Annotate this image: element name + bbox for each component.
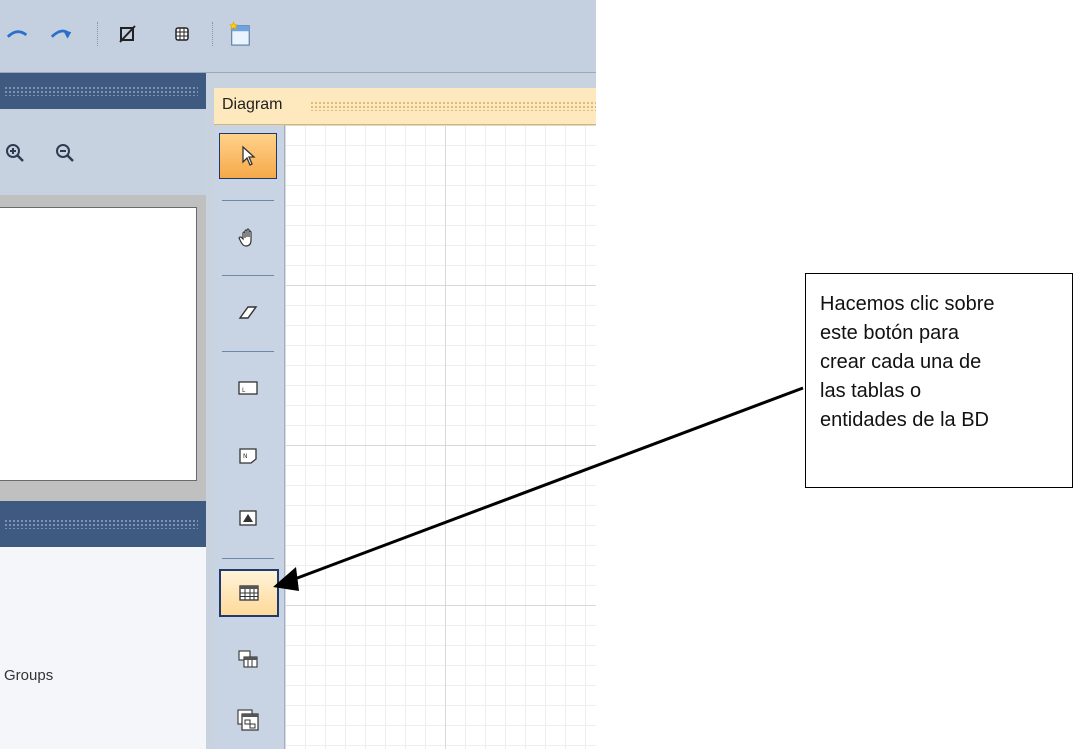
- undo-button[interactable]: [6, 22, 30, 46]
- callout-line: entidades de la BD: [820, 409, 990, 431]
- main-toolbar: [0, 0, 596, 73]
- grid-icon: [175, 27, 189, 41]
- groups-item[interactable]: Groups: [4, 667, 53, 684]
- diagram-title: Diagram: [222, 96, 283, 113]
- table-icon: [239, 585, 259, 601]
- application-window: Groups Diagram L N: [0, 0, 596, 749]
- new-diagram-button[interactable]: [228, 21, 252, 46]
- pointer-tool-button[interactable]: [219, 133, 277, 179]
- redo-icon: [50, 29, 72, 39]
- diagram-panel-header: Diagram: [214, 88, 596, 125]
- no-relation-button[interactable]: [116, 22, 140, 46]
- package-icon: [237, 709, 259, 731]
- zoom-in-button[interactable]: [2, 139, 30, 167]
- callout-line: Hacemos clic sobre: [820, 293, 995, 315]
- hand-icon: [238, 228, 252, 247]
- note-tool-button[interactable]: N: [219, 433, 277, 479]
- undo-icon: [6, 30, 28, 38]
- eraser-tool-button[interactable]: [219, 290, 277, 336]
- package-tool-button[interactable]: [219, 697, 277, 743]
- note-icon: N: [239, 448, 257, 464]
- callout-line: este botón para: [820, 322, 959, 344]
- new-document-icon: [229, 21, 250, 46]
- toolbar-separator: [97, 22, 99, 46]
- toolbar-separator: [212, 22, 214, 46]
- overview-panel-header: [0, 73, 206, 109]
- picture-icon: [239, 510, 257, 526]
- model-panel-header: [0, 501, 206, 547]
- eraser-icon: [238, 306, 258, 319]
- view-tool-button[interactable]: [219, 636, 277, 682]
- view-icon: [238, 650, 258, 668]
- pan-tool-button[interactable]: [219, 215, 277, 261]
- tool-palette: L N: [214, 125, 285, 749]
- picture-tool-button[interactable]: [219, 495, 277, 541]
- zoom-bar: [0, 109, 206, 195]
- annotation-callout: Hacemos clic sobre este botón para crear…: [805, 273, 1073, 488]
- label-icon: L: [238, 381, 258, 395]
- left-panel: Groups: [0, 73, 206, 749]
- label-tool-button[interactable]: L: [219, 365, 277, 411]
- zoom-out-button[interactable]: [52, 139, 80, 167]
- table-tool-button[interactable]: [219, 569, 279, 617]
- model-tree: Groups: [0, 547, 206, 749]
- callout-line: las tablas o: [820, 380, 922, 402]
- overview-preview[interactable]: [0, 195, 206, 501]
- zoom-in-icon: [6, 144, 24, 162]
- slashed-box-icon: [119, 25, 136, 43]
- pointer-icon: [242, 145, 256, 166]
- diagram-canvas[interactable]: [285, 125, 596, 749]
- svg-text:N: N: [243, 453, 248, 460]
- redo-button[interactable]: [50, 22, 74, 46]
- callout-line: crear cada una de: [820, 351, 982, 373]
- grid-button[interactable]: [170, 22, 194, 46]
- zoom-out-icon: [56, 144, 74, 162]
